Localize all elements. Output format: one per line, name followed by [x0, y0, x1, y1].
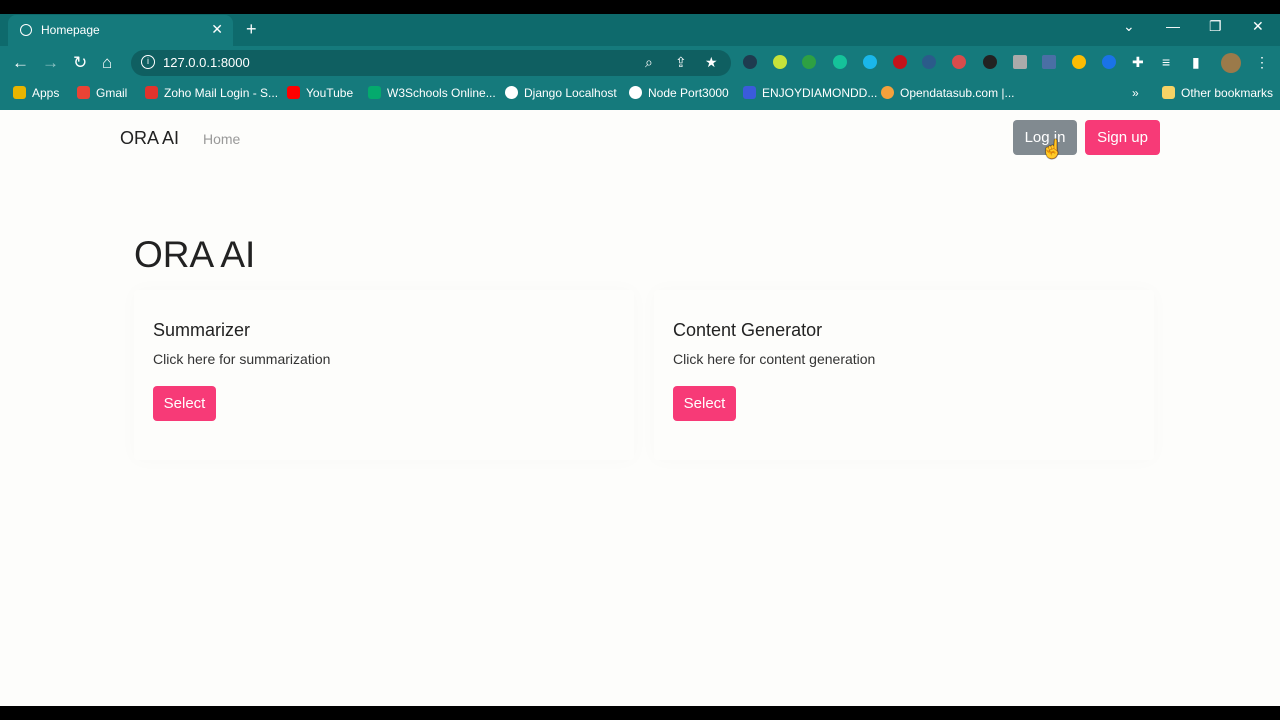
- bookmark-label: Other bookmarks: [1181, 86, 1274, 100]
- bookmark-apps[interactable]: Apps: [13, 86, 59, 100]
- card-title: Content Generator: [673, 320, 823, 340]
- tab-title: Homepage: [41, 23, 100, 37]
- mcafee-icon[interactable]: [893, 55, 907, 69]
- tab-close-icon[interactable]: ✕: [211, 21, 223, 38]
- w3schools-icon: [368, 86, 381, 99]
- bottom-letterbox: [0, 706, 1280, 720]
- reload-icon[interactable]: ↻: [73, 53, 87, 73]
- bookmark-other[interactable]: Other bookmarks: [1162, 86, 1273, 100]
- enjoy-icon: [743, 86, 756, 99]
- bookmarks-overflow-icon[interactable]: »: [1132, 86, 1139, 100]
- bookmark-zoho[interactable]: Zoho Mail Login - S...: [145, 86, 278, 100]
- extension-bulb-icon[interactable]: [773, 55, 787, 69]
- home-icon[interactable]: ⌂: [102, 53, 112, 73]
- card-text: Click here for content generation: [673, 351, 876, 367]
- profile-avatar[interactable]: [1221, 53, 1241, 73]
- globe-icon: [20, 24, 32, 36]
- opendata-icon: [881, 86, 894, 99]
- bookmark-node[interactable]: Node Port3000: [629, 86, 729, 100]
- zoho-icon: [145, 86, 158, 99]
- vimeo-icon[interactable]: [863, 55, 877, 69]
- page-title: ORA AI: [134, 234, 256, 275]
- puzzle-extensions-icon[interactable]: ✚: [1132, 54, 1144, 71]
- extension-red-icon[interactable]: [952, 55, 966, 69]
- bookmark-label: ENJOYDIAMONDD...: [762, 86, 878, 100]
- folder-icon: [1162, 86, 1175, 99]
- minimize-icon[interactable]: —: [1166, 18, 1180, 34]
- content-generator-select-button[interactable]: Select: [673, 386, 736, 421]
- address-bar[interactable]: i 127.0.0.1:8000: [131, 50, 731, 76]
- bookmark-youtube[interactable]: YouTube: [287, 86, 353, 100]
- globe-icon: [629, 86, 642, 99]
- extension-w-icon[interactable]: [983, 55, 997, 69]
- navbar-brand[interactable]: ORA AI: [120, 128, 179, 149]
- signup-button[interactable]: Sign up: [1085, 120, 1160, 155]
- bookmark-star-icon[interactable]: ★: [705, 54, 718, 71]
- extension-green-icon[interactable]: [802, 55, 816, 69]
- extension-chart-icon[interactable]: [1042, 55, 1056, 69]
- summarizer-select-button[interactable]: Select: [153, 386, 216, 421]
- bookmark-label: YouTube: [306, 86, 354, 100]
- window-close-icon[interactable]: ✕: [1252, 18, 1264, 35]
- bookmark-label: Node Port3000: [648, 86, 729, 100]
- bookmark-label: Gmail: [96, 86, 128, 100]
- bookmark-label: W3Schools Online...: [387, 86, 496, 100]
- grammarly-icon[interactable]: [833, 55, 847, 69]
- bookmark-opendata[interactable]: Opendatasub.com |...: [881, 86, 1015, 100]
- back-arrow-icon[interactable]: ←: [12, 53, 29, 73]
- content-generator-card: [654, 290, 1154, 460]
- bookmark-django[interactable]: Django Localhost: [505, 86, 617, 100]
- side-panel-icon[interactable]: ▮: [1192, 54, 1200, 71]
- globe-icon: [505, 86, 518, 99]
- bookmark-enjoy[interactable]: ENJOYDIAMONDD...: [743, 86, 877, 100]
- zoom-search-icon[interactable]: ⌕: [645, 54, 653, 71]
- forward-arrow-icon[interactable]: →: [42, 53, 59, 73]
- nav-link-home[interactable]: Home: [203, 131, 240, 147]
- extension-play-icon[interactable]: [1102, 55, 1116, 69]
- new-tab-button[interactable]: +: [246, 19, 257, 40]
- youtube-icon: [287, 86, 300, 99]
- bookmark-label: Zoho Mail Login - S...: [164, 86, 279, 100]
- bookmark-label: Django Localhost: [524, 86, 617, 100]
- card-text: Click here for summarization: [153, 351, 331, 367]
- share-icon[interactable]: ⇪: [675, 54, 687, 71]
- restore-icon[interactable]: ❐: [1209, 18, 1222, 35]
- tab-search-icon[interactable]: ⌄: [1123, 18, 1135, 35]
- pdf-icon[interactable]: [922, 55, 936, 69]
- top-letterbox: [0, 0, 1280, 14]
- extension-dots-icon[interactable]: [1072, 55, 1086, 69]
- gmail-icon: [77, 86, 90, 99]
- browser-tab[interactable]: Homepage ✕: [8, 15, 233, 46]
- bookmark-label: Apps: [32, 86, 60, 100]
- extension-react-icon[interactable]: [743, 55, 757, 69]
- url-text: 127.0.0.1:8000: [163, 55, 250, 70]
- apps-grid-icon: [13, 86, 26, 99]
- hand-cursor-icon: ☝: [1041, 139, 1064, 159]
- card-title: Summarizer: [153, 320, 251, 340]
- summarizer-card: [134, 290, 634, 460]
- media-control-icon[interactable]: ≡: [1162, 54, 1170, 70]
- bookmark-label: Opendatasub.com |...: [900, 86, 1015, 100]
- bookmark-gmail[interactable]: Gmail: [77, 86, 127, 100]
- site-info-icon[interactable]: i: [141, 55, 155, 69]
- bookmark-w3schools[interactable]: W3Schools Online...: [368, 86, 496, 100]
- menu-kebab-icon[interactable]: ⋮: [1255, 54, 1269, 71]
- extension-acrobat-icon[interactable]: [1013, 55, 1027, 69]
